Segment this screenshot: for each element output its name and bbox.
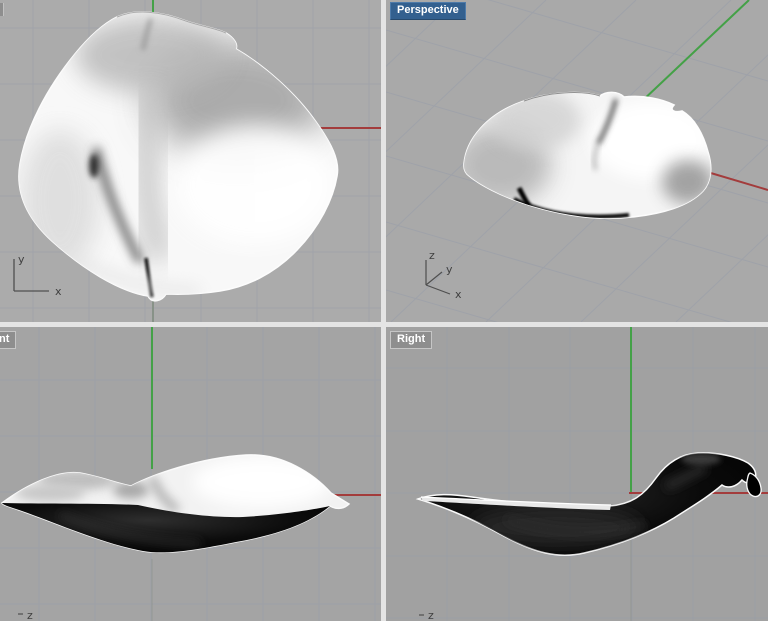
perspective-viewport-canvas[interactable]: z y x bbox=[386, 0, 768, 322]
gizmo-x-label: x bbox=[455, 288, 462, 301]
gizmo-y-label: y bbox=[446, 263, 453, 276]
surface-object-front-view[interactable] bbox=[1, 454, 351, 554]
viewport-label-right[interactable]: Right bbox=[390, 331, 433, 349]
front-viewport-canvas[interactable]: z bbox=[0, 327, 381, 621]
viewport-label-front[interactable]: nt bbox=[0, 331, 17, 349]
modeler-workspace: y x z y x Perspective z nt z Right bbox=[0, 0, 768, 621]
gizmo-y-label: y bbox=[18, 253, 25, 266]
top-viewport-canvas[interactable]: y x bbox=[0, 0, 381, 322]
gizmo-z-label: z bbox=[429, 249, 435, 262]
surface-object-right-view[interactable] bbox=[415, 452, 762, 556]
viewport-label-perspective[interactable]: Perspective bbox=[390, 2, 466, 20]
viewport-front[interactable]: z nt bbox=[0, 327, 381, 621]
viewport-perspective[interactable]: z y x Perspective bbox=[386, 0, 768, 322]
object-droplet-tail bbox=[746, 472, 762, 498]
gizmo-z-label: z bbox=[27, 609, 33, 621]
surface-object-top-view[interactable] bbox=[18, 11, 339, 302]
surface-object-perspective-view[interactable] bbox=[451, 90, 714, 220]
y-axis-line bbox=[639, 0, 750, 104]
right-viewport-canvas[interactable]: z bbox=[386, 327, 768, 621]
viewport-right[interactable]: z Right bbox=[386, 327, 768, 621]
gizmo-z-label: z bbox=[428, 609, 434, 621]
gizmo-x-label: x bbox=[55, 285, 62, 298]
viewport-top[interactable]: y x bbox=[0, 0, 381, 322]
viewport-label-top-clipped[interactable] bbox=[0, 3, 4, 16]
